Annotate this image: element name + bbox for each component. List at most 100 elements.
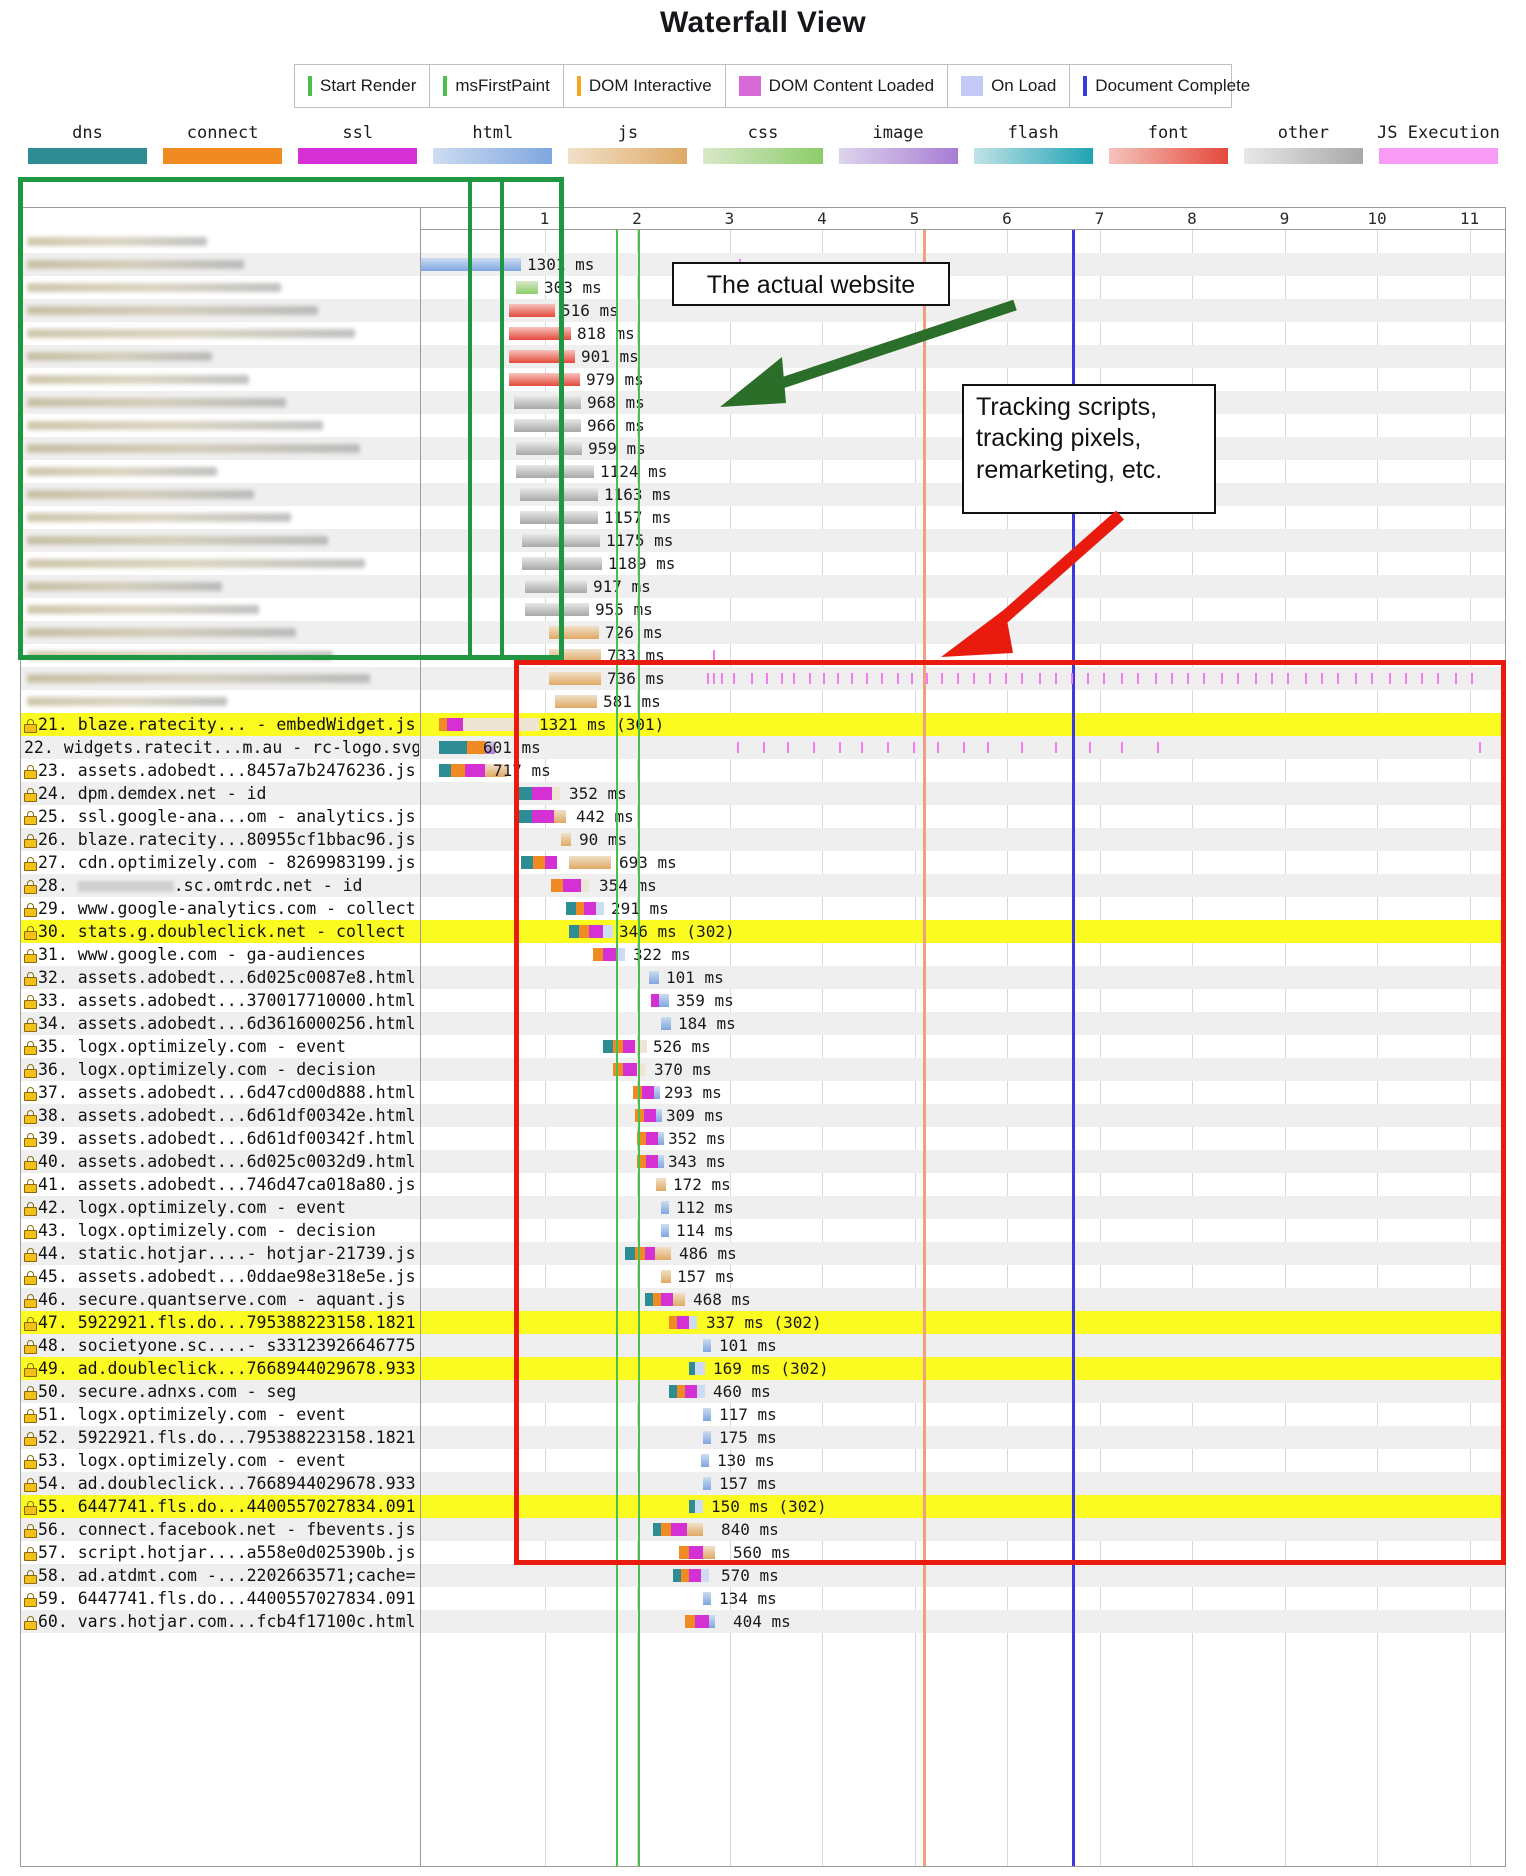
table-row-bar[interactable]: 101 ms [421,966,1505,989]
table-row[interactable]: 43. logx.optimizely.com - decision [21,1219,420,1242]
table-row[interactable]: 35. logx.optimizely.com - event [21,1035,420,1058]
table-row-redacted[interactable] [21,322,420,345]
table-row[interactable]: 27. cdn.optimizely.com - 8269983199.js [21,851,420,874]
table-row-bar[interactable]: 134 ms [421,1587,1505,1610]
table-row[interactable]: 34. assets.adobedt...6d3616000256.html [21,1012,420,1035]
table-row[interactable]: 36. logx.optimizely.com - decision [21,1058,420,1081]
table-row-bar[interactable]: 370 ms [421,1058,1505,1081]
table-row-bar[interactable]: 184 ms [421,1012,1505,1035]
table-row[interactable]: 49. ad.doubleclick...7668944029678.933 [21,1357,420,1380]
table-row-redacted[interactable] [21,644,420,667]
table-row-redacted[interactable] [21,299,420,322]
table-row[interactable]: 51. logx.optimizely.com - event [21,1403,420,1426]
table-row-redacted[interactable] [21,414,420,437]
table-row-bar[interactable]: 736 ms [421,667,1505,690]
table-row[interactable]: 58. ad.atdmt.com -...2202663571;cache= [21,1564,420,1587]
table-row-bar[interactable]: 717 ms [421,759,1505,782]
table-row[interactable]: 47. 5922921.fls.do...795388223158.1821 [21,1311,420,1334]
table-row[interactable]: 60. vars.hotjar.com...fcb4f17100c.html [21,1610,420,1633]
table-row-bar[interactable]: 175 ms [421,1426,1505,1449]
table-row[interactable]: 29. www.google-analytics.com - collect [21,897,420,920]
table-row[interactable]: 46. secure.quantserve.com - aquant.js [21,1288,420,1311]
table-row-bar[interactable]: 526 ms [421,1035,1505,1058]
table-row[interactable]: 33. assets.adobedt...370017710000.html [21,989,420,1012]
table-row[interactable]: 55. 6447741.fls.do...4400557027834.091 [21,1495,420,1518]
table-row[interactable]: 56. connect.facebook.net - fbevents.js [21,1518,420,1541]
table-row[interactable]: 24. dpm.demdex.net - id [21,782,420,805]
table-row-bar[interactable]: 117 ms [421,1403,1505,1426]
table-row[interactable]: 39. assets.adobedt...6d61df00342f.html [21,1127,420,1150]
table-row-bar[interactable]: 1301 ms [421,253,1505,276]
table-row-bar[interactable]: 460 ms [421,1380,1505,1403]
table-row[interactable]: 28. .sc.omtrdc.net - id [21,874,420,897]
table-row[interactable]: 22. widgets.ratecit...m.au - rc-logo.svg [21,736,420,759]
table-row-redacted[interactable] [21,437,420,460]
table-row[interactable]: 48. societyone.sc....- s33123926646775 [21,1334,420,1357]
table-row-bar[interactable]: 346 ms (302) [421,920,1505,943]
table-row-bar[interactable]: 169 ms (302) [421,1357,1505,1380]
table-row-bar[interactable]: 114 ms [421,1219,1505,1242]
table-row-bar[interactable]: 172 ms [421,1173,1505,1196]
table-row[interactable]: 40. assets.adobedt...6d025c0032d9.html [21,1150,420,1173]
table-row-bar[interactable]: 90 ms [421,828,1505,851]
table-row-redacted[interactable] [21,483,420,506]
table-row[interactable]: 57. script.hotjar....a558e0d025390b.js [21,1541,420,1564]
table-row-bar[interactable]: 404 ms [421,1610,1505,1633]
table-row[interactable]: 38. assets.adobedt...6d61df00342e.html [21,1104,420,1127]
table-row-bar[interactable]: 442 ms [421,805,1505,828]
table-row-redacted[interactable] [21,230,420,253]
table-row[interactable]: 44. static.hotjar....- hotjar-21739.js [21,1242,420,1265]
table-row[interactable]: 23. assets.adobedt...8457a7b2476236.js [21,759,420,782]
table-row-redacted[interactable] [21,552,420,575]
table-row[interactable]: 42. logx.optimizely.com - event [21,1196,420,1219]
table-row[interactable]: 54. ad.doubleclick...7668944029678.933 [21,1472,420,1495]
table-row-bar[interactable]: 309 ms [421,1104,1505,1127]
table-row[interactable]: 21. blaze.ratecity... - embedWidget.js [21,713,420,736]
table-row[interactable]: 41. assets.adobedt...746d47ca018a80.js [21,1173,420,1196]
table-row-bar[interactable]: 337 ms (302) [421,1311,1505,1334]
table-row-bar[interactable]: 560 ms [421,1541,1505,1564]
table-row[interactable]: 53. logx.optimizely.com - event [21,1449,420,1472]
table-row[interactable]: 52. 5922921.fls.do...795388223158.1821 [21,1426,420,1449]
table-row[interactable]: 30. stats.g.doubleclick.net - collect [21,920,420,943]
table-row-bar[interactable]: 359 ms [421,989,1505,1012]
table-row-bar[interactable]: 352 ms [421,1127,1505,1150]
table-row-redacted[interactable] [21,506,420,529]
table-row-bar[interactable]: 468 ms [421,1288,1505,1311]
table-row-bar[interactable]: 354 ms [421,874,1505,897]
table-row[interactable]: 31. www.google.com - ga-audiences [21,943,420,966]
table-row-bar[interactable]: 157 ms [421,1265,1505,1288]
table-row-bar[interactable]: 322 ms [421,943,1505,966]
table-row-bar[interactable]: 293 ms [421,1081,1505,1104]
table-row-bar[interactable]: 150 ms (302) [421,1495,1505,1518]
table-row[interactable]: 50. secure.adnxs.com - seg [21,1380,420,1403]
table-row[interactable]: 26. blaze.ratecity...80955cf1bbac96.js [21,828,420,851]
table-row[interactable]: 59. 6447741.fls.do...4400557027834.091 [21,1587,420,1610]
table-row-bar[interactable]: 291 ms [421,897,1505,920]
table-row-redacted[interactable] [21,368,420,391]
table-row-redacted[interactable] [21,621,420,644]
table-row-redacted[interactable] [21,345,420,368]
table-row[interactable]: 37. assets.adobedt...6d47cd00d888.html [21,1081,420,1104]
table-row-redacted[interactable] [21,690,420,713]
table-row-bar[interactable]: 581 ms [421,690,1505,713]
table-row-bar[interactable]: 570 ms [421,1564,1505,1587]
table-row-bar[interactable]: 1321 ms (301) [421,713,1505,736]
table-row-bar[interactable]: 343 ms [421,1150,1505,1173]
table-row-bar[interactable]: 693 ms [421,851,1505,874]
table-row-redacted[interactable] [21,253,420,276]
table-row-bar[interactable] [421,230,1505,253]
table-row-bar[interactable]: 486 ms [421,1242,1505,1265]
table-row-redacted[interactable] [21,391,420,414]
table-row-redacted[interactable] [21,276,420,299]
table-row-redacted[interactable] [21,667,420,690]
table-row-bar[interactable]: 352 ms [421,782,1505,805]
table-row-redacted[interactable] [21,529,420,552]
table-row[interactable]: 45. assets.adobedt...0ddae98e318e5e.js [21,1265,420,1288]
table-row-redacted[interactable] [21,460,420,483]
table-row[interactable]: 32. assets.adobedt...6d025c0087e8.html [21,966,420,989]
table-row-redacted[interactable] [21,598,420,621]
table-row-bar[interactable]: 840 ms [421,1518,1505,1541]
table-row-redacted[interactable] [21,575,420,598]
table-row[interactable]: 25. ssl.google-ana...om - analytics.js [21,805,420,828]
